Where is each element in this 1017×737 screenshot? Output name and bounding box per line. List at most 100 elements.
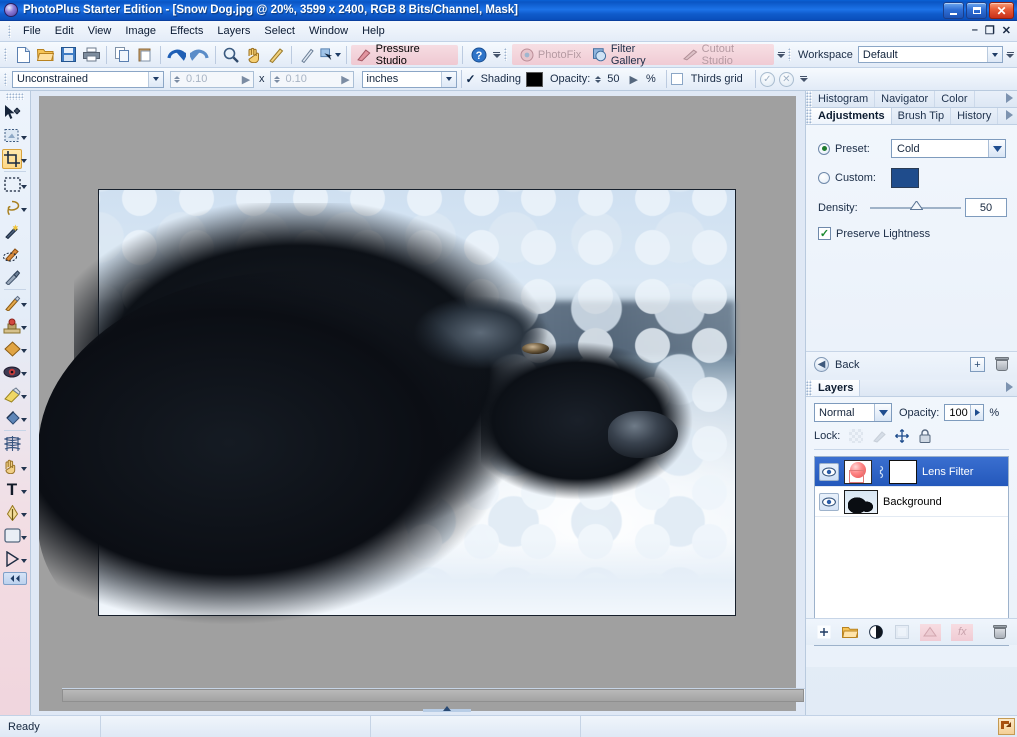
image-canvas[interactable] (39, 96, 796, 711)
mdi-close-icon[interactable]: ✕ (1002, 24, 1011, 37)
save-icon[interactable] (57, 44, 80, 66)
workspace-overflow-icon[interactable] (1006, 52, 1014, 58)
lock-transparency-icon[interactable] (849, 429, 863, 443)
spinner-arrows-icon[interactable] (171, 76, 183, 83)
density-slider-thumb[interactable] (910, 202, 922, 210)
chevron-down-icon[interactable] (21, 372, 27, 376)
preset-radio[interactable] (818, 143, 830, 155)
chevron-down-icon[interactable] (21, 303, 27, 307)
density-value-field[interactable]: 50 (965, 198, 1007, 217)
chevron-down-icon[interactable] (21, 536, 27, 540)
options-overflow-icon[interactable] (800, 76, 808, 82)
chevron-down-icon[interactable] (21, 185, 27, 189)
layer-visibility-icon[interactable] (819, 493, 839, 511)
thirds-grid-checkbox[interactable] (671, 73, 683, 85)
width-increment-icon[interactable]: ▶ (239, 73, 253, 86)
workspace-grip-icon[interactable] (788, 48, 791, 61)
tab-histogram[interactable]: Histogram (812, 91, 875, 107)
chevron-down-icon[interactable] (148, 72, 163, 87)
workspace-select[interactable]: Default (858, 46, 1003, 63)
minimize-button[interactable] (943, 2, 964, 19)
close-button[interactable]: ✕ (989, 2, 1014, 19)
preserve-lightness-checkbox[interactable]: ✓ (818, 227, 831, 240)
chevron-down-icon[interactable] (335, 53, 341, 57)
menu-view[interactable]: View (81, 23, 119, 39)
tool-clone[interactable] (0, 314, 30, 337)
tool-fill[interactable] (0, 406, 30, 429)
spinner-arrows-icon[interactable] (271, 76, 283, 83)
add-layer-icon[interactable] (816, 624, 832, 640)
tab-navigator[interactable]: Navigator (875, 91, 935, 107)
custom-color-swatch[interactable] (891, 168, 919, 188)
chevron-down-icon[interactable] (21, 418, 27, 422)
photofix-button[interactable]: PhotoFix (514, 46, 587, 64)
pressure-studio-button[interactable]: Pressure Studio (351, 45, 458, 65)
studio-overflow-icon[interactable] (777, 52, 785, 58)
redo-icon[interactable] (188, 44, 211, 66)
new-icon[interactable] (12, 44, 35, 66)
tool-mesh-warp[interactable] (0, 432, 30, 455)
paste-icon[interactable] (134, 44, 157, 66)
scrollbar-thumb[interactable] (62, 689, 804, 702)
copy-icon[interactable] (111, 44, 134, 66)
lock-all-icon[interactable] (918, 429, 932, 443)
menu-window[interactable]: Window (302, 23, 355, 39)
layer-mask-thumbnail[interactable] (889, 460, 917, 484)
tool-color-picker[interactable] (0, 265, 30, 288)
toolbox-grip-icon[interactable] (6, 93, 24, 100)
lock-image-icon[interactable] (872, 429, 886, 443)
delete-layer-icon[interactable] (993, 625, 1007, 640)
chevron-down-icon[interactable] (874, 404, 891, 421)
photo-snow-dog[interactable] (98, 189, 736, 616)
layer-link-icon[interactable] (877, 464, 884, 480)
tool-magic-wand[interactable] (0, 219, 30, 242)
menu-effects[interactable]: Effects (163, 23, 210, 39)
chevron-down-icon[interactable] (21, 349, 27, 353)
tool-node-edit[interactable] (0, 547, 30, 570)
blend-mode-select[interactable]: Normal (814, 403, 892, 422)
tool-selection-brush[interactable] (0, 242, 30, 265)
height-increment-icon[interactable]: ▶ (339, 73, 353, 86)
zoom-icon[interactable] (220, 44, 243, 66)
canvas-horizontal-scrollbar[interactable] (62, 688, 836, 702)
tool-deform[interactable] (0, 455, 30, 478)
tool-lasso-select[interactable] (0, 196, 30, 219)
menu-layers[interactable]: Layers (210, 23, 257, 39)
chevron-down-icon[interactable] (21, 159, 27, 163)
tool-pen[interactable] (0, 501, 30, 524)
chevron-down-icon[interactable] (988, 140, 1005, 157)
brush-icon[interactable] (296, 44, 319, 66)
open-icon[interactable] (35, 44, 58, 66)
tool-red-eye[interactable] (0, 360, 30, 383)
tab-brush-tip[interactable]: Brush Tip (892, 108, 951, 124)
menu-file[interactable]: File (16, 23, 48, 39)
chevron-down-icon[interactable] (987, 47, 1002, 62)
studio-toolbar-grip-icon[interactable] (504, 48, 507, 61)
chevron-down-icon[interactable] (21, 513, 27, 517)
panel-expand-icon[interactable] (1006, 93, 1013, 103)
tool-paintbrush[interactable] (0, 291, 30, 314)
undo-icon[interactable] (165, 44, 188, 66)
filter-gallery-button[interactable]: Filter Gallery (587, 41, 677, 69)
layer-visibility-icon[interactable] (819, 463, 839, 481)
canvas-resize-grip[interactable] (423, 705, 471, 715)
opacity-increment-icon[interactable] (970, 405, 983, 420)
back-arrow-icon[interactable]: ◀ (814, 357, 829, 372)
mdi-restore-icon[interactable]: ❐ (985, 24, 995, 37)
tool-shape[interactable] (0, 524, 30, 547)
tool-move[interactable] (0, 101, 30, 124)
chevron-down-icon[interactable] (21, 326, 27, 330)
cutout-studio-button[interactable]: Cutout Studio (677, 41, 772, 69)
layer-thumbnail[interactable] (844, 490, 878, 514)
menu-edit[interactable]: Edit (48, 23, 81, 39)
layer-thumbnail[interactable] (844, 460, 872, 484)
confirm-crop-icon[interactable]: ✓ (760, 72, 775, 87)
tool-eraser[interactable] (0, 383, 30, 406)
add-adjustment-icon[interactable]: + (970, 357, 985, 372)
tool-text[interactable]: T (0, 478, 30, 501)
shading-color-swatch[interactable] (526, 72, 543, 87)
add-adjustment-layer-icon[interactable] (868, 624, 884, 640)
tab-layers[interactable]: Layers (812, 380, 860, 396)
chevron-down-icon[interactable] (21, 467, 27, 471)
table-row[interactable]: Background (815, 487, 1008, 517)
